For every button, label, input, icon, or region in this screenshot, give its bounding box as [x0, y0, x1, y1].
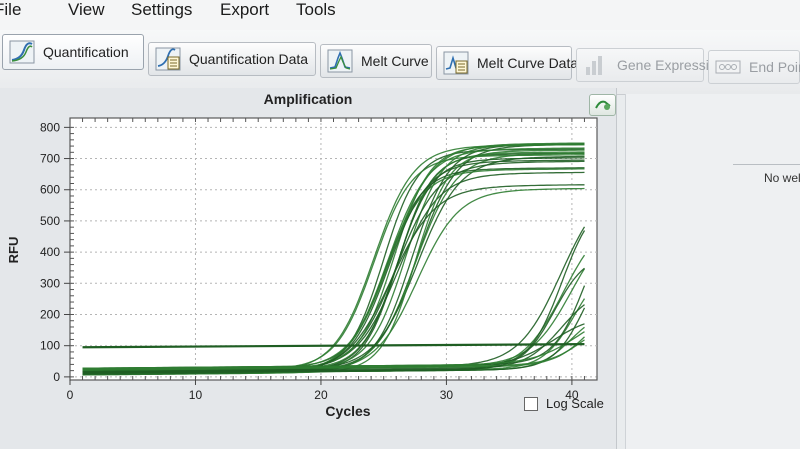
x-axis-label: Cycles	[325, 403, 370, 419]
no-wells-message: No wells	[764, 171, 800, 185]
y-tick-label: 400	[40, 245, 60, 259]
y-tick-label: 0	[53, 370, 60, 384]
y-tick-label: 300	[40, 276, 60, 290]
log-scale-toggle[interactable]: Log Scale	[524, 396, 604, 411]
y-tick-label: 500	[40, 214, 60, 228]
x-tick-label: 0	[67, 388, 74, 402]
tab-end-point[interactable]: End Point	[708, 50, 800, 84]
y-tick-label: 700	[40, 152, 60, 166]
tab-end-point-label: End Point	[749, 59, 800, 75]
y-axis-label: RFU	[6, 237, 21, 264]
log-scale-label: Log Scale	[546, 396, 604, 411]
x-tick-label: 30	[440, 388, 454, 402]
amplification-chart: 0 10 20 30 400100200300400500600700800 RFU C…	[6, 117, 598, 419]
well-info-panel: No wells	[625, 94, 800, 449]
y-tick-label: 200	[40, 308, 60, 322]
x-tick-label: 10	[189, 388, 203, 402]
y-tick-label: 600	[40, 183, 60, 197]
panel-divider	[733, 164, 800, 165]
log-scale-checkbox[interactable]	[524, 396, 538, 411]
plate-wells-icon	[715, 60, 741, 74]
y-tick-label: 800	[40, 120, 60, 134]
x-tick-label: 20	[314, 388, 328, 402]
plot-area	[69, 117, 598, 381]
y-tick-label: 100	[40, 339, 60, 353]
